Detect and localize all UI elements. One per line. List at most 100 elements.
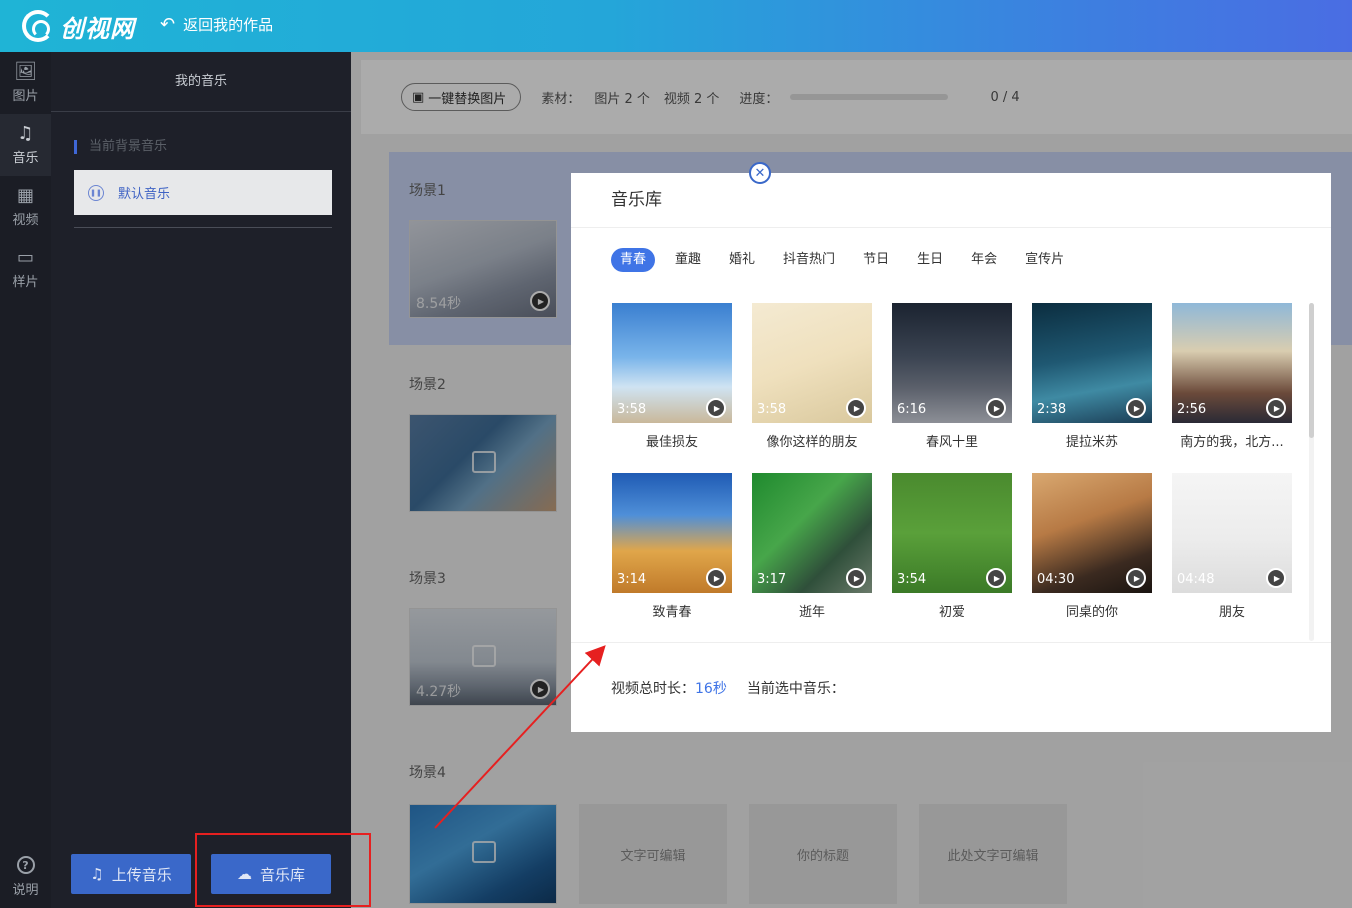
- song-duration: 2:56: [1177, 402, 1207, 417]
- song-cover[interactable]: 6:16 ▶: [892, 303, 1012, 423]
- song-duration: 3:14: [617, 572, 647, 587]
- song-duration: 3:58: [757, 402, 787, 417]
- tab-7[interactable]: 宣传片: [1025, 248, 1064, 272]
- song-cover[interactable]: 04:48 ▶: [1172, 473, 1292, 593]
- help-button[interactable]: ? 说明: [0, 856, 51, 898]
- tab-5[interactable]: 生日: [917, 248, 943, 272]
- play-icon[interactable]: ▶: [986, 398, 1006, 418]
- song-duration: 04:48: [1177, 572, 1215, 587]
- laptop-icon: ▭: [16, 247, 34, 268]
- play-icon[interactable]: ▶: [846, 398, 866, 418]
- song-card[interactable]: 3:58 ▶ 最佳损友: [612, 303, 732, 450]
- back-label: 返回我的作品: [183, 16, 274, 34]
- pause-icon[interactable]: ❚❚: [88, 184, 104, 201]
- rail-item-samples[interactable]: ▭ 样片: [0, 238, 51, 300]
- song-name: 逝年: [798, 605, 825, 620]
- song-cover[interactable]: 2:56 ▶: [1172, 303, 1292, 423]
- upload-music-button[interactable]: ♫ 上传音乐: [71, 854, 191, 894]
- song-card[interactable]: 3:54 ▶ 初爱: [892, 473, 1012, 620]
- song-name: 南方的我，北方...: [1180, 435, 1284, 450]
- play-icon[interactable]: ▶: [1126, 398, 1146, 418]
- song-duration: 3:58: [617, 402, 647, 417]
- song-card[interactable]: 3:14 ▶ 致青春: [612, 473, 732, 620]
- section-label: 当前背景音乐: [74, 140, 351, 154]
- rail-item-label: 音乐: [12, 151, 39, 166]
- song-card[interactable]: 6:16 ▶ 春风十里: [892, 303, 1012, 450]
- question-icon: ?: [16, 856, 35, 874]
- tab-3[interactable]: 抖音热门: [783, 248, 835, 272]
- song-cover[interactable]: 04:30 ▶: [1032, 473, 1152, 593]
- image-icon: 🖼︎: [14, 61, 37, 82]
- total-duration-label: 视频总时长：: [611, 680, 695, 697]
- music-library-modal: 音乐库 青春 童趣 婚礼 抖音热门 节日 生日 年会 宣传片 3:58 ▶ 最佳损友 3:58 ▶ 像你…: [571, 173, 1331, 732]
- song-duration: 3:54: [897, 572, 927, 587]
- song-name: 春风十里: [925, 435, 978, 450]
- song-cover[interactable]: 2:38 ▶: [1032, 303, 1152, 423]
- tab-4[interactable]: 节日: [863, 248, 889, 272]
- song-name: 最佳损友: [645, 435, 698, 450]
- song-card[interactable]: 2:38 ▶ 提拉米苏: [1032, 303, 1152, 450]
- song-card[interactable]: 04:48 ▶ 朋友: [1172, 473, 1292, 620]
- rail-item-music[interactable]: ♫ 音乐: [0, 114, 51, 176]
- song-name: 朋友: [1218, 605, 1245, 620]
- song-duration: 04:30: [1037, 572, 1075, 587]
- modal-footer: 视频总时长： 16秒 当前选中音乐：: [571, 642, 1331, 732]
- rail-item-video[interactable]: ▦ 视频: [0, 176, 51, 238]
- rail-item-label: 视频: [12, 213, 39, 228]
- film-icon: ▦: [16, 185, 34, 206]
- song-card[interactable]: 3:17 ▶ 逝年: [752, 473, 872, 620]
- song-cover[interactable]: 3:58 ▶: [612, 303, 732, 423]
- song-card[interactable]: 2:56 ▶ 南方的我，北方...: [1172, 303, 1292, 450]
- scrollbar[interactable]: [1309, 303, 1314, 641]
- play-icon[interactable]: ▶: [1266, 568, 1286, 588]
- logo[interactable]: 创视网: [22, 8, 135, 44]
- help-label: 说明: [12, 883, 39, 898]
- total-duration-value: 16秒: [695, 680, 727, 697]
- top-bar: 创视网 ↶ 返回我的作品: [0, 0, 1352, 52]
- play-icon[interactable]: ▶: [1126, 568, 1146, 588]
- current-music-label: 当前选中音乐：: [746, 680, 845, 697]
- tab-6[interactable]: 年会: [971, 248, 997, 272]
- play-icon[interactable]: ▶: [986, 568, 1006, 588]
- current-music-name: 默认音乐: [118, 187, 171, 202]
- rail-item-label: 样片: [12, 275, 39, 290]
- song-duration: 6:16: [897, 402, 927, 417]
- song-cover[interactable]: 3:17 ▶: [752, 473, 872, 593]
- icon-rail: 🖼︎ 图片 ♫ 音乐 ▦ 视频 ▭ 样片 ? 说明: [0, 52, 51, 908]
- play-icon[interactable]: ▶: [1266, 398, 1286, 418]
- panel-title: 我的音乐: [51, 52, 351, 112]
- return-arrow-icon: ↶: [160, 14, 176, 35]
- song-name: 像你这样的朋友: [766, 435, 858, 450]
- song-name: 同桌的你: [1065, 605, 1118, 620]
- annotation-highlight-box: [195, 833, 371, 907]
- song-name: 提拉米苏: [1065, 435, 1118, 450]
- song-card[interactable]: 04:30 ▶ 同桌的你: [1032, 473, 1152, 620]
- logo-text: 创视网: [60, 13, 135, 43]
- tab-1[interactable]: 童趣: [675, 248, 701, 272]
- rail-item-label: 图片: [12, 89, 39, 104]
- modal-title: 音乐库: [571, 173, 1331, 228]
- song-duration: 2:38: [1037, 402, 1067, 417]
- song-card[interactable]: 3:58 ▶ 像你这样的朋友: [752, 303, 872, 450]
- music-panel: 我的音乐 当前背景音乐 ❚❚ 默认音乐 ♫ 上传音乐 ☁ 音乐库: [51, 52, 351, 908]
- current-music-item[interactable]: ❚❚ 默认音乐: [74, 170, 332, 215]
- song-cover[interactable]: 3:54 ▶: [892, 473, 1012, 593]
- divider: [74, 227, 332, 228]
- logo-mark-icon: [22, 10, 54, 42]
- song-duration: 3:17: [757, 572, 787, 587]
- scrollbar-thumb[interactable]: [1309, 303, 1314, 438]
- upload-label: 上传音乐: [111, 865, 172, 884]
- tab-2[interactable]: 婚礼: [729, 248, 755, 272]
- play-icon[interactable]: ▶: [846, 568, 866, 588]
- play-icon[interactable]: ▶: [706, 568, 726, 588]
- rail-item-images[interactable]: 🖼︎ 图片: [0, 52, 51, 114]
- back-to-works-link[interactable]: ↶ 返回我的作品: [160, 14, 273, 35]
- play-icon[interactable]: ▶: [706, 398, 726, 418]
- music-note-icon: ♫: [90, 865, 104, 883]
- song-cover[interactable]: 3:58 ▶: [752, 303, 872, 423]
- close-icon[interactable]: ✕: [749, 162, 771, 184]
- song-name: 致青春: [652, 605, 692, 620]
- category-tabs: 青春 童趣 婚礼 抖音热门 节日 生日 年会 宣传片: [611, 248, 1092, 272]
- tab-0[interactable]: 青春: [611, 248, 656, 272]
- song-cover[interactable]: 3:14 ▶: [612, 473, 732, 593]
